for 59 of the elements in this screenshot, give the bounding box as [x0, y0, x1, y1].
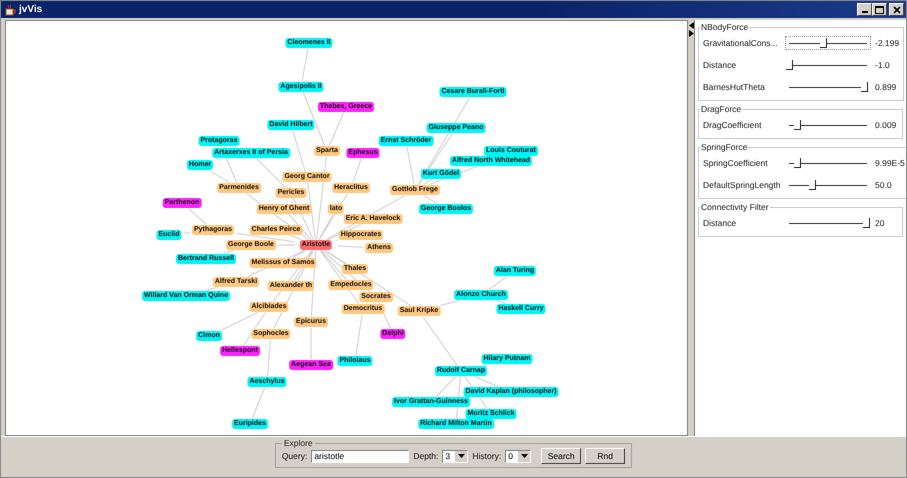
edge-line	[205, 287, 217, 291]
left-arrow-icon[interactable]	[688, 22, 694, 29]
parameter-label: Distance	[703, 218, 738, 228]
group-title: NBodyForce	[700, 22, 750, 32]
history-label: History:	[472, 451, 502, 461]
group-title: DragForce	[700, 104, 742, 114]
parameter-value: 9.99E-5	[875, 158, 905, 168]
minimize-icon	[862, 11, 868, 13]
edge-line	[355, 314, 363, 356]
edge-line	[184, 232, 190, 234]
parameter-value: 50.0	[875, 180, 892, 190]
dropdown-arrow-icon	[521, 454, 528, 458]
window-title: jvVis	[19, 4, 44, 15]
query-label: Query:	[282, 451, 308, 461]
parameter-value: 0.899	[875, 82, 896, 92]
search-button[interactable]: Search	[541, 448, 582, 464]
group-title: Explore	[282, 438, 314, 448]
group-title: Connectivity Filter	[700, 202, 770, 212]
minimize-button[interactable]	[857, 3, 872, 16]
edge-line	[440, 300, 460, 306]
parameter-value: 0.009	[875, 120, 896, 130]
parameter-label: BarnesHutTheta	[703, 82, 766, 92]
edge-line	[482, 364, 486, 366]
query-field[interactable]: aristotle	[311, 450, 410, 462]
parameter-value: -2.199	[875, 38, 900, 48]
edge-line	[406, 146, 414, 185]
edge-line	[328, 112, 344, 146]
edge-line	[488, 276, 508, 290]
parameter-label: SpringCoefficient	[703, 158, 769, 168]
edge-line	[352, 158, 362, 183]
cup-icon	[4, 4, 16, 16]
edge-line	[302, 48, 308, 82]
slider[interactable]	[785, 36, 871, 50]
depth-dropdown[interactable]: 3	[442, 450, 468, 462]
depth-label: Depth:	[413, 451, 438, 461]
edge-line	[423, 195, 438, 204]
parameter-label: DragCoefficient	[703, 120, 762, 130]
right-arrow-icon[interactable]	[688, 30, 694, 37]
edge-line	[496, 300, 506, 304]
edge-line	[278, 244, 296, 246]
random-button[interactable]: Rnd	[585, 448, 626, 464]
edge-line	[188, 208, 208, 225]
parameter-value: 20	[875, 218, 884, 228]
close-icon	[892, 6, 900, 14]
parameter-label: DefaultSpringLength	[703, 180, 782, 190]
maximize-icon	[875, 6, 884, 14]
maximize-button[interactable]	[872, 3, 887, 16]
edge-line	[422, 316, 458, 366]
parameter-label: GravitationalCons...	[703, 38, 779, 48]
history-dropdown[interactable]: 0	[505, 450, 532, 462]
close-button[interactable]	[889, 3, 904, 16]
parameter-value: -1.0	[875, 60, 890, 70]
parameter-label: Distance	[703, 60, 738, 70]
dropdown-arrow-icon	[458, 454, 466, 458]
edge-line	[223, 250, 234, 254]
edge-line	[336, 246, 364, 248]
slider-thumb[interactable]	[820, 38, 827, 48]
edge-line	[252, 387, 266, 419]
group-title: SpringForce	[700, 142, 748, 152]
